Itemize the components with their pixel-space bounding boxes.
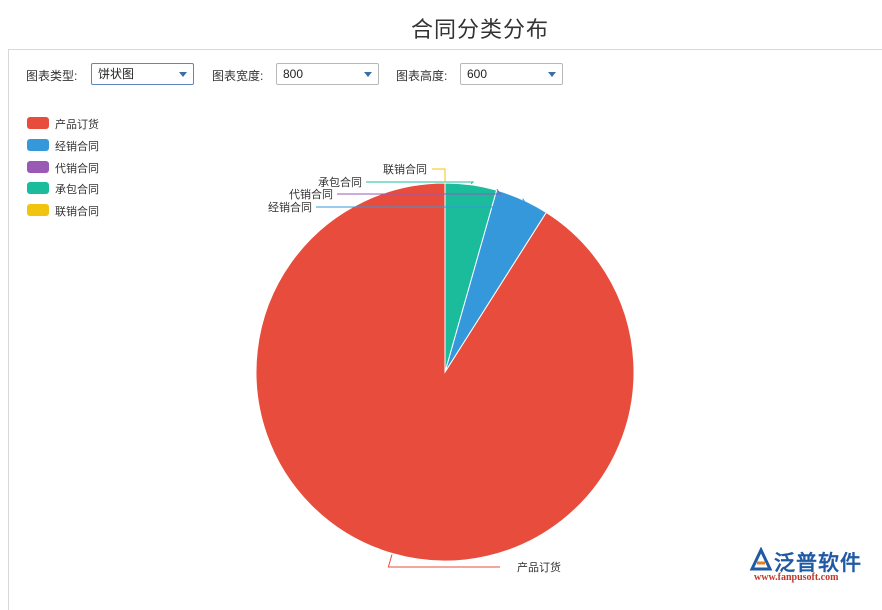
leader-line: [432, 168, 446, 182]
brand-url: www.fanpusoft.com: [754, 572, 839, 583]
pie-chart: 产品订货 经销合同代销合同承包合同 联销合同: [255, 162, 635, 574]
slice-label: 承包合同: [318, 175, 362, 189]
slice-label: 代销合同: [289, 187, 333, 201]
slice-label: 产品订货: [517, 560, 561, 574]
slice-label: 联销合同: [383, 162, 427, 176]
fanpu-logo-icon: [749, 547, 773, 571]
slice-label: 经销合同: [268, 200, 312, 214]
brand-logo: 泛普软件 www.fanpusoft.com: [746, 545, 876, 585]
